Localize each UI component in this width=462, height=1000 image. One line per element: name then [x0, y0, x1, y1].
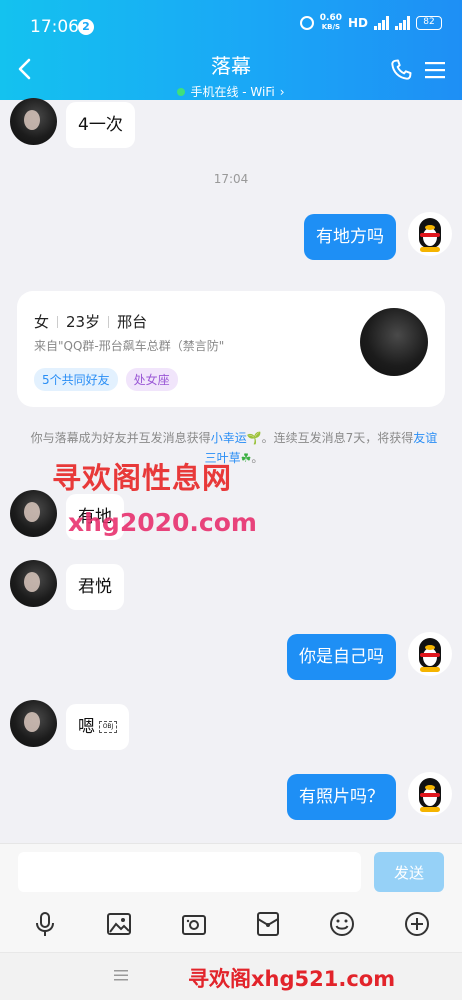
mutual-friends-tag[interactable]: 5个共同好友: [34, 368, 118, 391]
network-speed: 0.60 KB/S: [320, 14, 342, 32]
status-time: 17:06: [30, 17, 79, 37]
notice-text: 。: [251, 451, 264, 465]
watermark-url: xhg2020.com: [68, 508, 257, 537]
my-avatar[interactable]: [408, 632, 452, 676]
battery-indicator: 82: [416, 16, 442, 30]
emoji-icon[interactable]: [328, 910, 356, 938]
notification-badge: 2: [78, 19, 94, 35]
online-dot-icon: [177, 87, 186, 96]
menu-icon[interactable]: [424, 60, 446, 80]
message-input[interactable]: [18, 852, 361, 892]
plus-icon[interactable]: [403, 910, 431, 938]
divider: [57, 315, 59, 328]
microphone-icon[interactable]: [31, 910, 59, 938]
message-bubble-outgoing[interactable]: 你是自己吗: [287, 634, 396, 680]
object-placeholder-icon: OBJ: [99, 721, 117, 733]
alarm-icon: [299, 16, 314, 30]
profile-gender: 女: [34, 313, 50, 331]
network-speed-unit: KB/S: [321, 23, 341, 31]
message-timestamp: 17:04: [213, 172, 249, 186]
message-bubble-incoming[interactable]: 嗯 OBJ: [66, 704, 129, 750]
my-avatar[interactable]: [408, 212, 452, 256]
profile-card-avatar[interactable]: [360, 308, 428, 376]
system-nav-bar: 寻欢阁xhg521.com: [0, 952, 462, 1000]
status-icons: 0.60 KB/S HD 82: [299, 14, 442, 32]
image-icon[interactable]: [105, 910, 133, 938]
clover-icon: ☘: [240, 451, 252, 465]
message-bubble-incoming[interactable]: 4一次: [66, 102, 135, 148]
profile-basic-info: 女 23岁 邢台: [34, 311, 147, 332]
network-speed-value: 0.60: [319, 13, 342, 23]
online-status[interactable]: 手机在线 - WiFi ›: [177, 83, 285, 100]
status-bar: 17:06 2 0.60 KB/S HD 82: [0, 0, 462, 50]
contact-profile-card[interactable]: 女 23岁 邢台 来自"QQ群-邢台飙车总群（禁言防" 5个共同好友 处女座: [17, 291, 445, 407]
contact-avatar[interactable]: [10, 700, 57, 747]
contact-avatar[interactable]: [10, 98, 57, 145]
contact-avatar[interactable]: [10, 490, 57, 537]
message-bubble-outgoing[interactable]: 有照片吗？: [287, 774, 396, 820]
send-button[interactable]: 发送: [374, 852, 444, 892]
divider: [108, 315, 110, 328]
chat-header: 17:06 2 0.60 KB/S HD 82 落幕 手机在线 - WiFi ›: [0, 0, 462, 100]
profile-tags: 5个共同好友 处女座: [34, 368, 178, 391]
nav-menu-icon[interactable]: [113, 967, 129, 983]
watermark-footer: 寻欢阁xhg521.com: [188, 967, 396, 991]
input-area: 发送 寻欢阁xhg521.com: [0, 843, 462, 1000]
profile-city: 邢台: [117, 313, 148, 331]
input-toolbar: [0, 906, 462, 942]
contact-avatar[interactable]: [10, 560, 57, 607]
zodiac-tag: 处女座: [125, 368, 178, 391]
watermark-text: 寻欢阁性息网: [52, 461, 233, 495]
chevron-right-icon: ›: [279, 84, 285, 99]
profile-age: 23岁: [66, 313, 101, 331]
camera-icon[interactable]: [180, 910, 208, 938]
phone-call-icon[interactable]: [388, 57, 414, 83]
message-text: 嗯: [78, 717, 95, 737]
online-status-text: 手机在线 - WiFi: [190, 85, 275, 99]
my-avatar[interactable]: [408, 772, 452, 816]
red-packet-icon[interactable]: [254, 910, 282, 938]
hd-label: HD: [347, 16, 368, 30]
message-bubble-incoming[interactable]: 君悦: [66, 564, 124, 610]
message-bubble-outgoing[interactable]: 有地方吗: [304, 214, 396, 260]
signal-icon: [374, 16, 389, 30]
profile-source: 来自"QQ群-邢台飙车总群（禁言防": [34, 339, 225, 353]
lucky-link[interactable]: 小幸运: [211, 431, 247, 445]
notice-text: 你与落幕成为好友并互发消息获得: [30, 431, 211, 445]
signal-icon-2: [395, 16, 410, 30]
sprout-icon: 🌱: [246, 431, 262, 445]
notice-text: 。连续互发消息7天，将获得: [261, 431, 414, 445]
